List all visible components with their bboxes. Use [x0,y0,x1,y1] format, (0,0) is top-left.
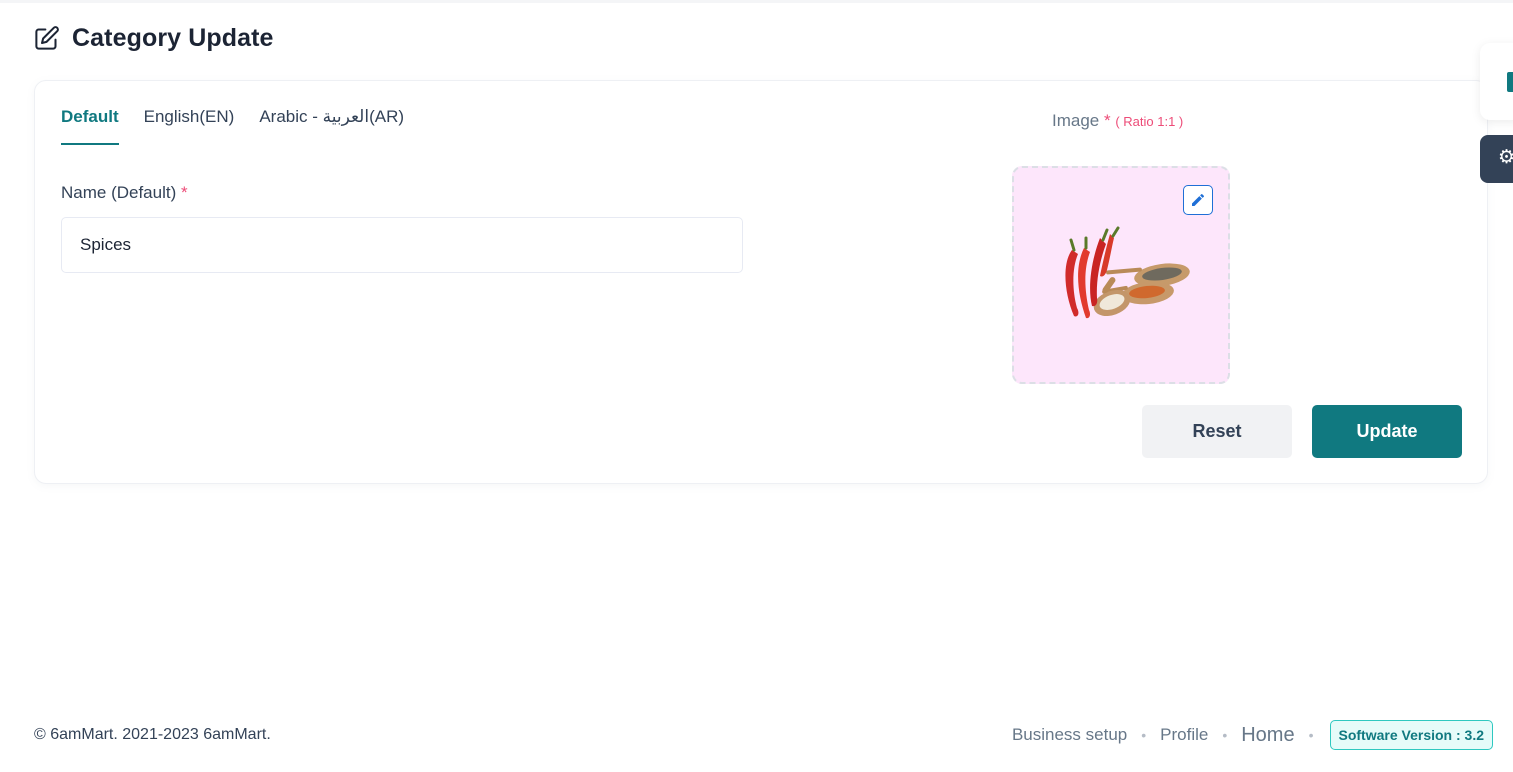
tab-default[interactable]: Default [61,107,119,145]
footer-link-profile[interactable]: Profile [1160,725,1208,745]
footer-separator: • [1141,727,1147,743]
tab-english[interactable]: English(EN) [144,107,235,145]
page-header: Category Update [33,24,274,53]
footer-link-business-setup[interactable]: Business setup [1012,725,1127,745]
page-title: Category Update [72,24,274,52]
language-tabs: Default English(EN) Arabic - العربية(AR) [61,107,404,145]
side-tab-icon [1507,72,1513,92]
name-input[interactable] [61,217,743,273]
top-divider [0,0,1513,3]
edit-image-button[interactable] [1183,185,1213,215]
reset-button[interactable]: Reset [1142,405,1292,458]
software-version-badge: Software Version : 3.2 [1329,720,1493,750]
gear-icon: ⚙ [1498,147,1513,168]
pencil-icon [1192,193,1205,206]
edit-square-icon [33,25,60,52]
name-field-label: Name (Default) * [61,183,188,203]
side-panel-toggle[interactable] [1480,43,1513,120]
image-field-label: Image * ( Ratio 1:1 ) [1052,111,1183,131]
footer-separator: • [1222,727,1228,743]
image-label-text: Image [1052,111,1100,130]
footer-link-home[interactable]: Home [1241,724,1294,747]
footer-separator: • [1308,727,1314,743]
footer-copyright: © 6amMart. 2021-2023 6amMart. [34,726,271,743]
image-ratio-hint: ( Ratio 1:1 ) [1115,114,1184,129]
image-upload-area[interactable] [1012,166,1230,384]
category-update-card: Default English(EN) Arabic - العربية(AR)… [34,80,1488,484]
name-label-text: Name (Default) [61,183,177,202]
image-required-mark: * [1103,111,1111,130]
update-button[interactable]: Update [1312,405,1462,458]
settings-panel-toggle[interactable]: ⚙ [1480,135,1513,183]
tab-arabic[interactable]: Arabic - العربية(AR) [259,107,404,145]
footer-links: Business setup • Profile • Home • Softwa… [1012,720,1493,750]
required-mark: * [181,183,188,202]
